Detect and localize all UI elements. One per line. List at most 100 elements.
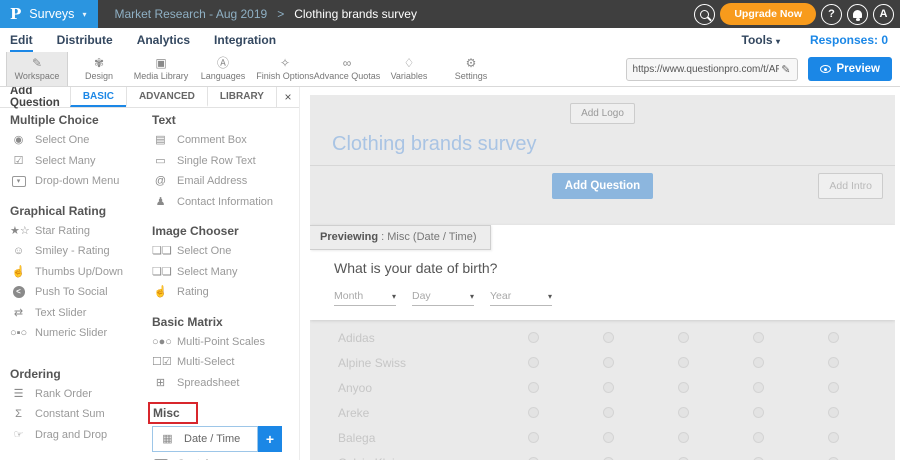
qtype-image-select-many[interactable]: ❏❏Select Many [152,262,294,283]
toolbar-variables[interactable]: ♢Variables [378,52,440,86]
toolbar-media-library[interactable]: ▣Media Library [130,52,192,86]
qtype-date-time[interactable]: ▦Date / Time+ [152,426,294,452]
qtype-drag-and-drop[interactable]: ☞Drag and Drop [10,425,152,446]
qtype-thumbs-up-down[interactable]: ☝Thumbs Up/Down [10,262,152,283]
breadcrumb-parent[interactable]: Market Research - Aug 2019 [114,7,267,21]
add-logo-button[interactable]: Add Logo [570,103,635,124]
qtype-constant-sum[interactable]: ΣConstant Sum [10,404,152,425]
radio-button[interactable] [528,332,539,343]
add-intro-button[interactable]: Add Intro [818,173,883,199]
radio-button[interactable] [753,382,764,393]
radio-button[interactable] [603,432,614,443]
qtype-multi-select[interactable]: ☐☑Multi-Select [152,352,294,373]
qtype-numeric-slider[interactable]: ○▪○Numeric Slider [10,323,152,344]
survey-actions: Add Question Add Intro [310,166,895,206]
toolbar-finish-options[interactable]: ✧Finish Options [254,52,316,86]
nav-tab-distribute[interactable]: Distribute [57,28,113,52]
radio-button[interactable] [528,382,539,393]
radio-button[interactable] [678,332,689,343]
radio-button[interactable] [828,382,839,393]
toolbar-design[interactable]: ✾Design [68,52,130,86]
radio-button[interactable] [828,432,839,443]
tab-basic[interactable]: BASIC [70,87,126,107]
radio-button[interactable] [753,432,764,443]
notifications-button[interactable] [847,4,868,25]
radio-button[interactable] [528,407,539,418]
nav-tabs: Edit Distribute Analytics Integration [10,28,300,52]
radio-button[interactable] [678,357,689,368]
radio-button[interactable] [828,357,839,368]
add-question-button[interactable]: Add Question [552,173,653,199]
qtype-spreadsheet[interactable]: ⊞Spreadsheet [152,373,294,394]
qtype-select-many[interactable]: ☑Select Many [10,151,152,172]
toolbar-settings[interactable]: ⚙Settings [440,52,502,86]
survey-url-input[interactable] [633,64,779,75]
nav-tab-edit[interactable]: Edit [10,28,33,52]
nav-tab-integration[interactable]: Integration [214,28,276,52]
qtype-rank-order[interactable]: ☰Rank Order [10,384,152,405]
qtype-single-row-text[interactable]: ▭Single Row Text [152,151,294,172]
tab-library[interactable]: LIBRARY [207,87,276,107]
upgrade-now-button[interactable]: Upgrade Now [720,3,816,25]
qtype-push-to-social[interactable]: <Push To Social [10,282,152,303]
responses-count[interactable]: Responses: 0 [810,33,888,47]
section-heading-basic-matrix: Basic Matrix [152,312,294,332]
matrix-cell [496,382,571,393]
toolbar-workspace[interactable]: ✎Workspace [6,52,68,86]
edit-url-icon[interactable]: ✎ [781,63,790,76]
toolbar-advance-quotas[interactable]: ∞Advance Quotas [316,52,378,86]
radio-button[interactable] [678,432,689,443]
help-button[interactable]: ? [821,4,842,25]
radio-button[interactable] [528,432,539,443]
close-panel-button[interactable]: × [276,87,299,107]
radio-button[interactable] [603,407,614,418]
nav-tab-analytics[interactable]: Analytics [137,28,190,52]
radio-button[interactable] [828,332,839,343]
radio-button[interactable] [603,332,614,343]
qtype-smiley-rating[interactable]: ☺Smiley - Rating [10,241,152,262]
survey-title[interactable]: Clothing brands survey [310,124,895,165]
qtype-image-rating[interactable]: ☝Rating [152,282,294,303]
matrix-cell [796,382,871,393]
qtype-select-one[interactable]: ◉Select One [10,130,152,151]
date-select-month[interactable]: Month▾ [334,290,396,306]
brand-matrix-question: AdidasAlpine SwissAnyooArekeBalegaCalvin… [310,325,895,460]
radio-button[interactable] [753,407,764,418]
qtype-comment-box[interactable]: ▤Comment Box [152,130,294,151]
qtype-text-slider[interactable]: ⇄Text Slider [10,303,152,324]
qtype-drop-down-menu[interactable]: ▾Drop-down Menu [10,171,152,192]
radio-button[interactable] [678,407,689,418]
radio-button[interactable] [753,332,764,343]
image-rating-icon: ☝ [152,286,169,298]
add-question-type-button[interactable]: + [258,426,282,452]
preview-button[interactable]: Preview [808,57,892,81]
tools-menu[interactable]: Tools ▾ [742,33,780,47]
spreadsheet-icon: ⊞ [152,377,169,389]
section-image-chooser: Image Chooser❏❏Select One❏❏Select Many☝R… [152,221,294,303]
date-select-year[interactable]: Year▾ [490,290,552,306]
tab-advanced[interactable]: ADVANCED [126,87,207,107]
radio-button[interactable] [678,382,689,393]
radio-button[interactable] [753,357,764,368]
radio-button[interactable] [828,407,839,418]
qtype-multi-point-scales[interactable]: ○●○Multi-Point Scales [152,332,294,353]
avatar[interactable]: A [873,4,894,25]
radio-button[interactable] [603,357,614,368]
date-time-icon: ▦ [159,433,176,445]
qtype-image-select-one[interactable]: ❏❏Select One [152,241,294,262]
qtype-star-rating[interactable]: ★☆Star Rating [10,221,152,242]
qtype-contact-information[interactable]: ♟Contact Information [152,192,294,213]
radio-button[interactable] [528,357,539,368]
multi-select-icon: ☐☑ [152,356,169,368]
qtype-captcha[interactable]: ✓Captcha [152,454,294,460]
date-select-day[interactable]: Day▾ [412,290,474,306]
search-button[interactable] [694,4,715,25]
toolbar-languages[interactable]: ⒶLanguages [192,52,254,86]
matrix-cell [796,407,871,418]
matrix-row-label: Areke [310,406,496,420]
radio-button[interactable] [603,382,614,393]
surveys-menu[interactable]: P Surveys ▾ [0,0,98,28]
image-select-many-label: Select Many [177,266,238,278]
qtype-email-address[interactable]: @Email Address [152,171,294,192]
select-many-label: Select Many [35,155,96,167]
